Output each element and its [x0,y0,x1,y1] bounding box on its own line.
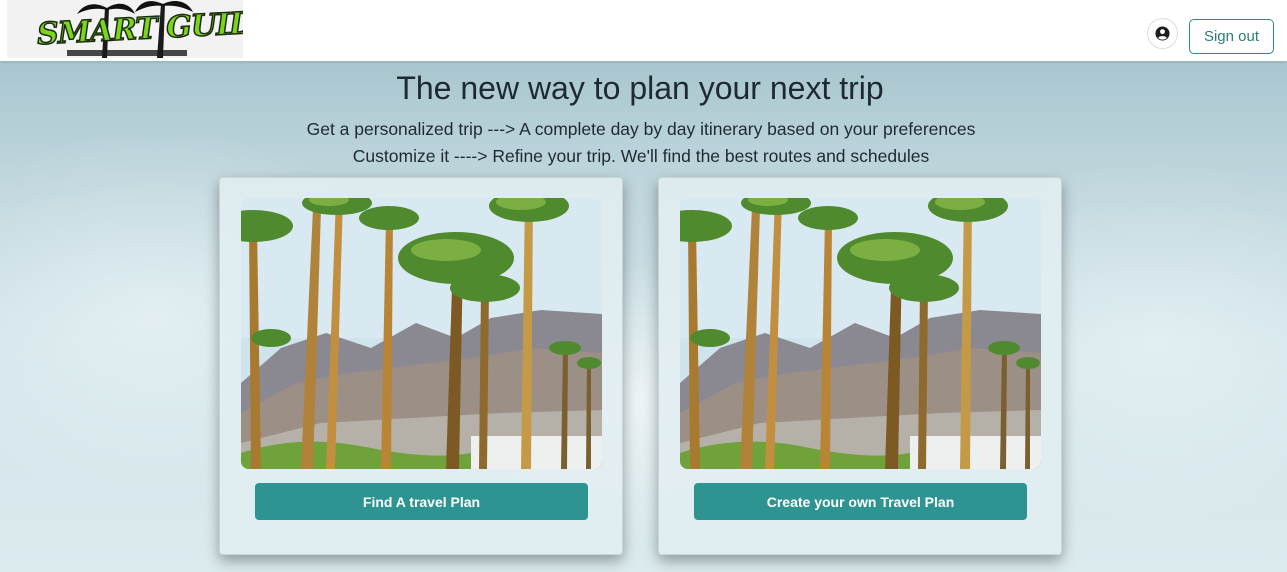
user-account-button[interactable] [1147,18,1178,49]
smart-guide-logo[interactable]: SMART GUIDE [7,0,243,58]
palm-trees-image [680,198,1041,469]
palm-trees-image [241,198,602,469]
page-title: The new way to plan your next trip [396,70,884,106]
find-plan-card: Find A travel Plan [219,177,623,555]
hero-subtitle-2: Customize it ----> Refine your trip. We'… [352,146,930,166]
create-plan-card: Create your own Travel Plan [658,177,1062,555]
find-travel-plan-button[interactable]: Find A travel Plan [255,483,588,520]
hero-subtitle-1: Get a personalized trip ---> A complete … [306,119,976,139]
top-navbar: SMART GUIDE Sign out [0,0,1287,61]
create-travel-plan-button[interactable]: Create your own Travel Plan [694,483,1027,520]
user-circle-icon [1155,26,1170,41]
sign-out-button[interactable]: Sign out [1189,19,1274,54]
